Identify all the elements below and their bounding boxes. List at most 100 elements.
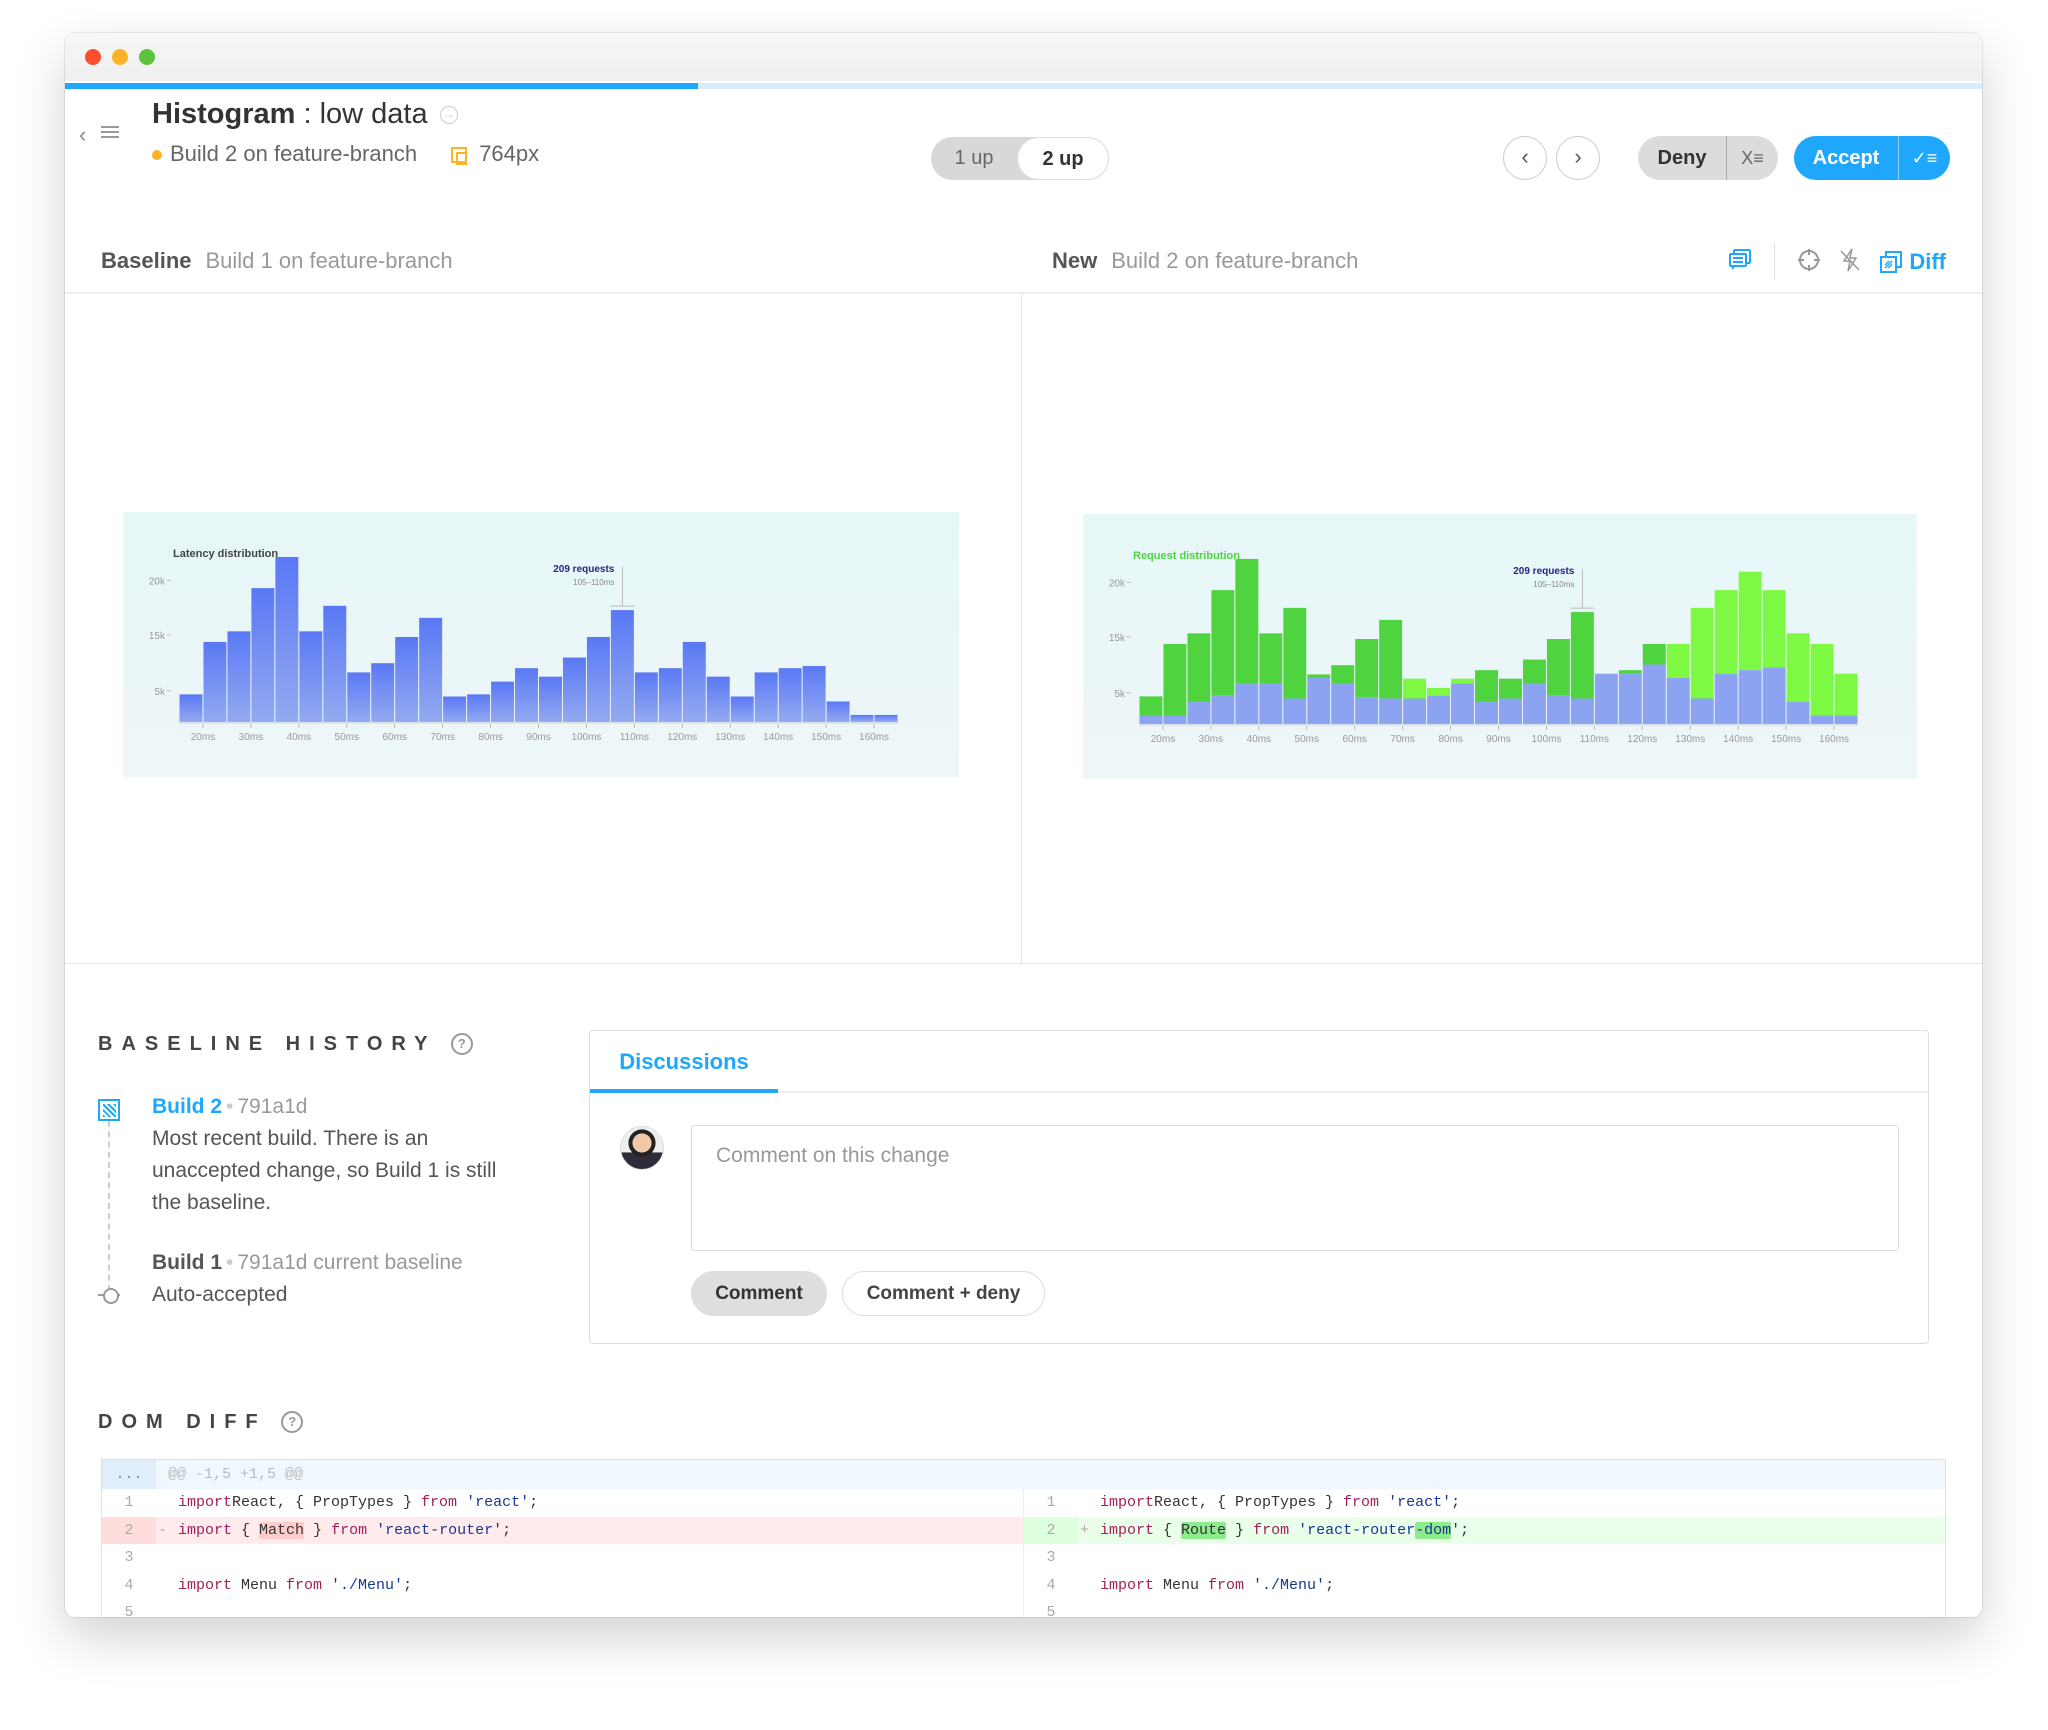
code-token: './Menu' bbox=[322, 1576, 404, 1594]
diff-bar-segment bbox=[1618, 670, 1642, 674]
line-number: 1 bbox=[1046, 1494, 1056, 1511]
maximize-window-button[interactable] bbox=[139, 49, 155, 65]
tab-discussions[interactable]: Discussions bbox=[590, 1031, 778, 1093]
diff-bar-segment bbox=[1475, 670, 1498, 703]
comment-deny-button[interactable]: Comment + deny bbox=[842, 1271, 1045, 1316]
histogram-bar bbox=[323, 605, 347, 722]
x-tick-label: 100ms bbox=[571, 732, 601, 743]
diff-row: 3 bbox=[1024, 1544, 1945, 1572]
diff-bar-segment bbox=[1331, 665, 1355, 684]
comparison-panes: Latency distribution 20k 15k 5k 20ms 30ms 40ms… bbox=[65, 294, 1982, 964]
histogram-bar bbox=[778, 668, 802, 722]
baseline-snapshot[interactable]: Latency distribution 20k 15k 5k 20ms 30ms 40ms… bbox=[123, 512, 959, 777]
expand-hunk-button[interactable]: ... bbox=[102, 1460, 156, 1489]
new-diff-chart: Request distribution 20k 15k 5k 20ms 30ms 40ms… bbox=[1109, 550, 1858, 745]
deny-button[interactable]: Deny bbox=[1638, 136, 1726, 180]
histogram-bar bbox=[371, 663, 395, 722]
dom-diff-heading: DOM DIFF ? bbox=[98, 1411, 304, 1434]
y-tick-label: 15k bbox=[1109, 633, 1126, 644]
diff-bar-segment bbox=[1451, 678, 1475, 684]
code-token: ; bbox=[1325, 1576, 1335, 1594]
comparison-tools: Diff bbox=[1728, 242, 1946, 282]
diff-row: 1 importReact, { PropTypes } from 'react'… bbox=[102, 1489, 1023, 1517]
diff-row: 4 import Menu from './Menu'; bbox=[102, 1572, 1023, 1600]
x-tick-label: 20ms bbox=[1151, 734, 1175, 745]
x-tick-label: 80ms bbox=[478, 732, 502, 743]
code-token: Route bbox=[1181, 1521, 1227, 1539]
code-token: Menu bbox=[232, 1576, 287, 1594]
baseline-build: Build 1 on feature-branch bbox=[205, 248, 453, 273]
comment-button[interactable]: Comment bbox=[691, 1271, 827, 1316]
code-line: import Menu from './Menu'; bbox=[178, 1572, 412, 1600]
circle-arrow-icon[interactable]: → bbox=[439, 106, 458, 125]
minimize-window-button[interactable] bbox=[112, 49, 128, 65]
x-tick-label: 20ms bbox=[191, 732, 215, 743]
code-line: import { Route } from 'react-router-dom'… bbox=[1100, 1517, 1469, 1545]
deny-menu-icon[interactable]: X≡ bbox=[1727, 136, 1778, 180]
status-dot-icon bbox=[152, 150, 162, 161]
accept-menu-icon[interactable]: ✓≡ bbox=[1899, 136, 1950, 180]
baseline-history-heading: BASELINE HISTORY ? bbox=[98, 1033, 473, 1056]
x-tick-label: 100ms bbox=[1531, 734, 1561, 745]
history-commit: 791a1d bbox=[237, 1095, 308, 1118]
histogram-bar bbox=[1163, 715, 1187, 724]
code-token: } bbox=[1226, 1521, 1254, 1539]
annotation-title: 209 requests bbox=[553, 564, 615, 575]
y-tick-label: 15k bbox=[149, 631, 166, 642]
chevron-left-icon[interactable]: ‹ bbox=[79, 122, 86, 148]
diff-bar-segment bbox=[1810, 643, 1834, 716]
strobe-off-icon[interactable] bbox=[1839, 248, 1861, 276]
previous-button[interactable]: ‹ bbox=[1503, 136, 1547, 180]
code-token: ; bbox=[403, 1576, 413, 1594]
diff-bar-segment bbox=[1499, 678, 1522, 699]
next-button[interactable]: › bbox=[1556, 136, 1600, 180]
history-description: Most recent build. There is an bbox=[152, 1127, 429, 1150]
diff-row: 3 bbox=[102, 1544, 1023, 1572]
diff-toggle[interactable]: Diff bbox=[1879, 250, 1946, 274]
title-bar bbox=[65, 33, 1982, 81]
new-snapshot[interactable]: Request distribution 20k 15k 5k 20ms 30ms 40ms… bbox=[1083, 514, 1917, 779]
comment-input[interactable] bbox=[691, 1125, 1899, 1251]
diff-bar-segment bbox=[1259, 633, 1283, 684]
code-token: from bbox=[1253, 1521, 1290, 1539]
one-up-option[interactable]: 1 up bbox=[931, 137, 1017, 180]
divider bbox=[1774, 244, 1776, 280]
x-tick-label: 90ms bbox=[1486, 734, 1510, 745]
history-commit: 791a1d bbox=[237, 1251, 308, 1274]
crosshair-icon[interactable] bbox=[1797, 248, 1821, 276]
hunk-header-row: ... @@ -1,5 +1,5 @@ bbox=[102, 1460, 1945, 1489]
progress-bar bbox=[65, 83, 1982, 89]
line-number: 2 bbox=[1024, 1516, 1078, 1544]
comments-icon[interactable] bbox=[1728, 248, 1752, 276]
diff-label: Diff bbox=[1909, 249, 1946, 274]
code-line: importReact, { PropTypes } from 'react'; bbox=[1100, 1489, 1460, 1517]
code-token: ; bbox=[529, 1494, 539, 1511]
new-pane-label: New Build 2 on feature-branch bbox=[1052, 248, 1358, 274]
diff-bar-segment bbox=[1307, 674, 1331, 678]
histogram-bar bbox=[1451, 683, 1475, 724]
help-icon[interactable]: ? bbox=[281, 1411, 304, 1433]
code-token: './Menu' bbox=[1244, 1576, 1326, 1594]
x-tick-label: 120ms bbox=[1627, 734, 1657, 745]
x-tick-label: 110ms bbox=[1580, 734, 1609, 745]
code-token: import bbox=[178, 1521, 233, 1539]
histogram-bar bbox=[203, 641, 227, 722]
diff-bar-segment bbox=[1570, 612, 1594, 699]
diff-bar-segment bbox=[1738, 571, 1762, 671]
accept-button[interactable]: Accept bbox=[1794, 136, 1898, 180]
history-badge: current baseline bbox=[313, 1251, 463, 1274]
code-token: React, { PropTypes } bbox=[1154, 1494, 1344, 1511]
list-icon[interactable] bbox=[101, 126, 119, 140]
code-token: } bbox=[304, 1521, 332, 1539]
close-window-button[interactable] bbox=[85, 49, 101, 65]
annotation-subtitle: 105–110ms bbox=[573, 578, 614, 587]
diff-bar-segment bbox=[1834, 673, 1858, 716]
code-token: from bbox=[1343, 1494, 1380, 1511]
two-up-option[interactable]: 2 up bbox=[1017, 137, 1109, 180]
baseline-label: Baseline bbox=[101, 248, 192, 273]
history-build-link[interactable]: Build 2 bbox=[152, 1095, 222, 1118]
help-icon[interactable]: ? bbox=[450, 1033, 473, 1055]
line-number: 4 bbox=[1046, 1576, 1056, 1594]
y-tick-label: 5k bbox=[1114, 689, 1126, 700]
code-token: Menu bbox=[1154, 1576, 1209, 1594]
